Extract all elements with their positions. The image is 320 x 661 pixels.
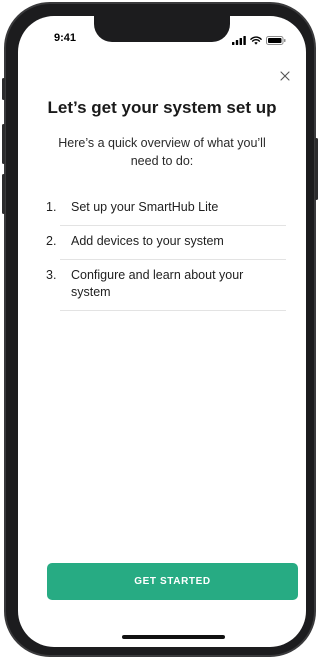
step-label: Add devices to your system bbox=[71, 234, 224, 248]
step-number: 2. bbox=[46, 234, 57, 248]
status-time: 9:41 bbox=[54, 32, 77, 44]
battery-icon bbox=[266, 32, 286, 50]
notch bbox=[94, 16, 230, 42]
mute-switch bbox=[2, 78, 5, 100]
page-subtitle: Here’s a quick overview of what you’ll n… bbox=[58, 136, 266, 168]
step-label: Set up your SmartHub Lite bbox=[71, 200, 219, 214]
power-button bbox=[315, 138, 318, 200]
get-started-button[interactable]: GET STARTED bbox=[47, 563, 298, 600]
volume-down-button bbox=[2, 174, 5, 214]
step-label: Configure and learn about your system bbox=[71, 268, 244, 299]
divider bbox=[60, 310, 286, 311]
steps-list: 1. Set up your SmartHub Lite 2. Add devi… bbox=[46, 192, 286, 311]
phone-screen: 9:41 Let’s get your system set up Here’s… bbox=[18, 16, 306, 647]
wifi-icon bbox=[250, 32, 262, 50]
close-icon bbox=[280, 68, 290, 86]
step-number: 1. bbox=[46, 200, 57, 214]
list-item: 2. Add devices to your system bbox=[46, 226, 286, 260]
phone-frame: 9:41 Let’s get your system set up Here’s… bbox=[2, 2, 318, 657]
page-title: Let’s get your system set up bbox=[47, 98, 277, 117]
close-button[interactable] bbox=[278, 70, 292, 84]
status-icons bbox=[232, 32, 286, 50]
step-number: 3. bbox=[46, 268, 57, 282]
signal-icon bbox=[232, 32, 246, 50]
volume-up-button bbox=[2, 124, 5, 164]
home-indicator bbox=[122, 635, 225, 639]
list-item: 3. Configure and learn about your system bbox=[46, 260, 286, 311]
list-item: 1. Set up your SmartHub Lite bbox=[46, 192, 286, 226]
